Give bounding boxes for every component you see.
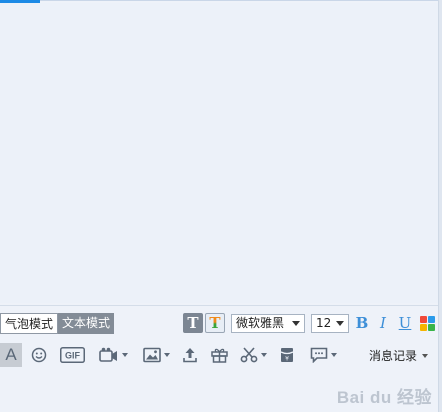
bubble-mode-button[interactable]: 气泡模式 xyxy=(0,313,59,334)
red-packet-icon[interactable]: ¥ xyxy=(277,343,297,367)
chevron-down-icon xyxy=(336,321,344,326)
font-size-select[interactable]: 12 xyxy=(311,314,349,333)
image-icon[interactable] xyxy=(140,343,172,367)
gif-icon[interactable]: GIF xyxy=(59,343,85,367)
font-icon[interactable]: A xyxy=(0,343,22,367)
bold-button[interactable]: B xyxy=(354,314,370,332)
underline-button[interactable]: U xyxy=(397,314,413,332)
top-border xyxy=(40,0,442,1)
italic-button[interactable]: I xyxy=(375,314,391,332)
chat-bubble-icon[interactable] xyxy=(306,343,340,367)
chevron-down-icon xyxy=(422,353,428,358)
chevron-down-icon xyxy=(292,321,300,326)
watermark: Bai du 经验 xyxy=(336,388,432,407)
upload-file-icon[interactable] xyxy=(180,343,200,367)
colorful-text-icon[interactable]: T xyxy=(205,313,225,333)
format-toolbar: 气泡模式 文本模式 T T 微软雅黑 12 B I U xyxy=(0,311,438,335)
text-style-icon[interactable]: T xyxy=(183,313,203,333)
color-palette-icon[interactable] xyxy=(420,316,435,331)
message-history-button[interactable]: 消息记录 xyxy=(369,347,428,364)
message-display-area[interactable] xyxy=(0,3,438,303)
message-history-label: 消息记录 xyxy=(368,349,417,363)
gift-icon[interactable] xyxy=(209,343,229,367)
mode-switch: 气泡模式 文本模式 xyxy=(0,313,115,334)
emoji-icon[interactable] xyxy=(29,343,49,367)
gif-label: GIF xyxy=(65,351,81,361)
font-family-select[interactable]: 微软雅黑 xyxy=(231,314,305,333)
font-size-value: 12 xyxy=(316,316,332,330)
scrollbar-track[interactable] xyxy=(438,0,442,412)
input-toolbar: A GIF ¥ 消息记录 xyxy=(0,343,438,369)
text-mode-button[interactable]: 文本模式 xyxy=(58,313,115,334)
video-call-icon[interactable] xyxy=(96,343,130,367)
font-family-value: 微软雅黑 xyxy=(236,316,285,330)
svg-text:¥: ¥ xyxy=(285,356,289,363)
input-divider xyxy=(0,305,438,306)
scissors-icon[interactable] xyxy=(237,343,269,367)
